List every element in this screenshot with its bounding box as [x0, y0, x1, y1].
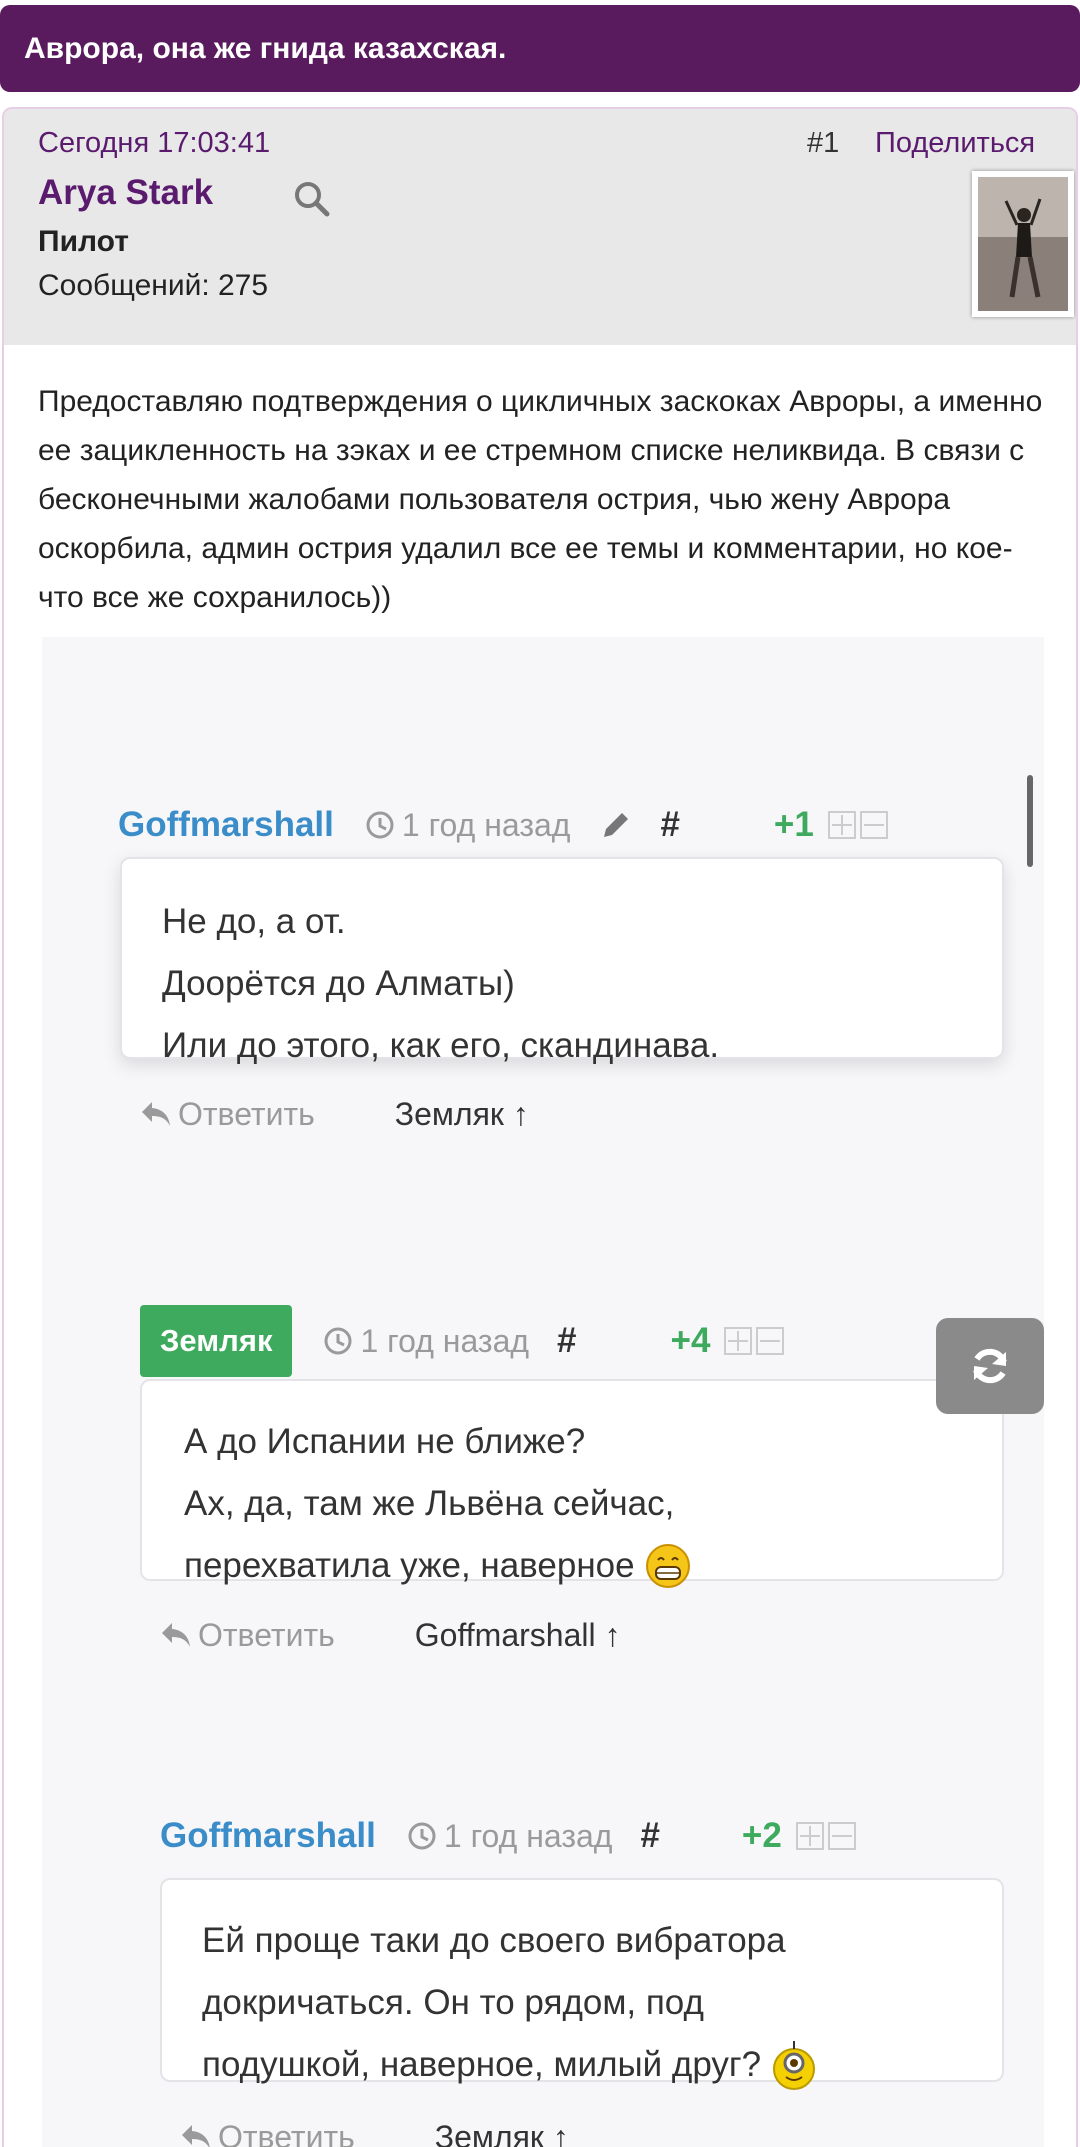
reply-button[interactable]: Ответить [160, 1617, 335, 1654]
reply-button[interactable]: Ответить [140, 1096, 315, 1133]
author-rank: Пилот [38, 225, 129, 259]
scrollbar-thumb[interactable] [1027, 775, 1033, 867]
reply-label: Ответить [178, 1096, 315, 1133]
topic-title-bar: Аврора, она же гнида казахская. [0, 5, 1080, 92]
parent-comment-link[interactable]: Goffmarshall ↑ [415, 1617, 621, 1654]
parent-comment-link[interactable]: Земляк ↑ [395, 1096, 529, 1133]
history-icon [322, 1325, 354, 1357]
comment-author[interactable]: Goffmarshall [160, 1816, 376, 1856]
comment-header: Goffmarshall 1 год назад # +1 [118, 800, 888, 850]
post-body-text: Предоставляю подтверждения о цикличных з… [38, 377, 1048, 622]
comment-votes: +1 [774, 805, 814, 845]
pencil-icon[interactable] [598, 807, 634, 843]
expand-plus-icon[interactable] [828, 811, 856, 839]
comment-line-with-emoji: подушкой, наверное, милый друг? [202, 2034, 1002, 2096]
comment-line-with-emoji: перехватила уже, наверное [184, 1535, 1002, 1597]
reply-arrow-icon [160, 1621, 192, 1649]
comment-body: Ей проще таки до своего вибратора докрич… [160, 1878, 1004, 2082]
comment-line: А до Испании не ближе? [184, 1411, 1002, 1473]
share-link[interactable]: Поделиться [875, 127, 1035, 160]
comment-actions: Ответить Goffmarshall ↑ [160, 1613, 620, 1657]
avatar[interactable] [972, 171, 1074, 317]
search-icon[interactable] [292, 179, 332, 219]
reply-arrow-icon [140, 1100, 172, 1128]
comment-line: Ах, да, там же Львёна сейчас, [184, 1473, 1002, 1535]
avatar-photo [978, 177, 1068, 311]
author-message-count: Сообщений: 275 [38, 269, 268, 303]
comment-body: Не до, а от. Доорётся до Алматы) Или до … [120, 857, 1004, 1059]
collapse-minus-icon[interactable] [860, 811, 888, 839]
comment-votes: +4 [671, 1321, 711, 1361]
comment-permalink[interactable]: # [660, 805, 679, 845]
grin-emoji-icon [645, 1543, 691, 1589]
comment-actions: Ответить Земляк ↑ [180, 2115, 569, 2147]
embedded-screenshot: Goffmarshall 1 год назад # +1 Не до, а о… [42, 637, 1044, 2147]
comment-line: подушкой, наверное, милый друг? [202, 2034, 761, 2096]
comment-header: Goffmarshall 1 год назад # +2 [160, 1811, 856, 1861]
comment-permalink[interactable]: # [640, 1816, 659, 1856]
comment-line: докричаться. Он то рядом, под [202, 1972, 1002, 2034]
history-icon [364, 809, 396, 841]
comment-line: перехватила уже, наверное [184, 1535, 635, 1597]
refresh-button[interactable] [936, 1318, 1044, 1414]
comment-time[interactable]: 1 год назад [402, 807, 571, 844]
post-date[interactable]: Сегодня 17:03:41 [38, 127, 270, 160]
comment-header: Земляк 1 год назад # +4 [140, 1305, 784, 1377]
minion-emoji-icon [771, 2039, 817, 2091]
reply-label: Ответить [198, 1617, 335, 1654]
comment-author-badge[interactable]: Земляк [140, 1305, 292, 1377]
expand-plus-icon[interactable] [724, 1327, 752, 1355]
comment-author[interactable]: Goffmarshall [118, 805, 334, 845]
reply-arrow-icon [180, 2123, 212, 2147]
history-icon [406, 1820, 438, 1852]
comment-votes: +2 [742, 1816, 782, 1856]
comment-permalink[interactable]: # [557, 1321, 576, 1361]
comment-line: Ей проще таки до своего вибратора [202, 1910, 1002, 1972]
comment-time[interactable]: 1 год назад [360, 1323, 529, 1360]
comment-actions: Ответить Земляк ↑ [140, 1092, 529, 1136]
post-header: Сегодня 17:03:41 #1 Поделиться Arya Star… [4, 109, 1076, 345]
post-number[interactable]: #1 [807, 127, 839, 160]
refresh-icon [966, 1342, 1014, 1390]
collapse-minus-icon[interactable] [828, 1822, 856, 1850]
topic-title: Аврора, она же гнида казахская. [24, 32, 506, 66]
author-name[interactable]: Arya Stark [38, 173, 213, 213]
comment-time[interactable]: 1 год назад [444, 1818, 613, 1855]
forum-post: Сегодня 17:03:41 #1 Поделиться Arya Star… [2, 107, 1078, 2147]
comment-body: А до Испании не ближе? Ах, да, там же Ль… [140, 1379, 1004, 1581]
comment-line: Не до, а от. [162, 891, 1002, 953]
collapse-minus-icon[interactable] [756, 1327, 784, 1355]
comment-line: Доорётся до Алматы) [162, 953, 1002, 1015]
expand-plus-icon[interactable] [796, 1822, 824, 1850]
comment-line: Или до этого, как его, скандинава. [162, 1015, 1002, 1077]
